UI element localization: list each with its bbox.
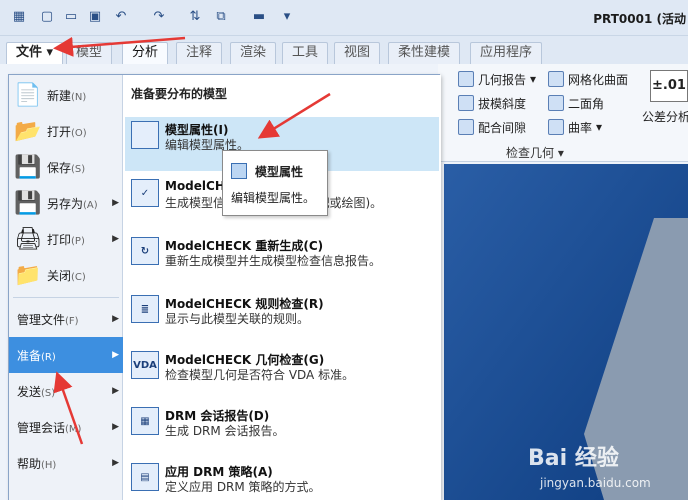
tab-file[interactable]: 文件 ▾ bbox=[6, 42, 64, 64]
group-label-inspect-geometry[interactable]: 检查几何 ▾ bbox=[506, 144, 564, 161]
dihedral-angle-icon bbox=[548, 95, 564, 111]
tab-analysis[interactable]: 分析 bbox=[122, 42, 169, 64]
submenu-arrow-icon: ▶ bbox=[112, 458, 119, 468]
save-as-icon: 💾 bbox=[14, 190, 42, 216]
tolerance-analysis-label: 公差分析 bbox=[642, 110, 688, 124]
printer-icon: 🖨 bbox=[14, 226, 42, 252]
submenu-item-drm-report[interactable]: ▦ DRM 会话报告(D) 生成 DRM 会话报告。 bbox=[125, 403, 439, 457]
menu-item-print[interactable]: 🖨 打印(P) ▶ bbox=[9, 221, 123, 257]
submenu-arrow-icon: ▶ bbox=[112, 198, 119, 208]
tab-render[interactable]: 渲染 bbox=[230, 42, 277, 64]
modelcheck-icon: ✓ bbox=[131, 179, 159, 207]
menu-item-new[interactable]: 📄 新建(N) bbox=[9, 77, 123, 113]
submenu-arrow-icon: ▶ bbox=[112, 234, 119, 244]
tooltip-title: 模型属性 bbox=[255, 165, 304, 179]
menu-separator bbox=[13, 297, 119, 298]
regenerate-icon[interactable]: ⇅ bbox=[186, 7, 204, 25]
tab-applications[interactable]: 应用程序 bbox=[470, 42, 543, 64]
dihedral-angle-button[interactable]: 二面角 bbox=[548, 94, 604, 112]
menu-item-save[interactable]: 💾 保存(S) bbox=[9, 149, 123, 185]
redo-icon[interactable]: ↷ bbox=[150, 7, 168, 25]
submenu-header: 准备要分布的模型 bbox=[131, 87, 228, 101]
baidu-watermark: Bai 经验 jingyan.baidu.com bbox=[528, 440, 688, 500]
model-properties-icon bbox=[231, 163, 247, 179]
submenu-item-modelcheck-rules[interactable]: ≣ ModelCHECK 规则检查(R) 显示与此模型关联的规则。 bbox=[125, 291, 439, 345]
geometry-report-button[interactable]: 几何报告 ▾ bbox=[458, 70, 536, 88]
menu-item-close[interactable]: 📁 关闭(C) bbox=[9, 257, 123, 293]
watermark-logo: Bai 经验 bbox=[528, 446, 619, 471]
menu-item-save-as[interactable]: 💾 另存为(A) ▶ bbox=[9, 185, 123, 221]
prepare-submenu: 准备要分布的模型 模型属性(I) 编辑模型属性。 ✓ ModelCHECK 生成… bbox=[123, 75, 441, 500]
tab-flexible-modeling[interactable]: 柔性建模 bbox=[388, 42, 461, 64]
mesh-surface-icon bbox=[548, 71, 564, 87]
menu-item-manage-session[interactable]: 管理会话(M) ▶ bbox=[9, 409, 123, 445]
submenu-arrow-icon: ▶ bbox=[112, 386, 119, 396]
menu-item-send[interactable]: 发送(S) ▶ bbox=[9, 373, 123, 409]
tooltip-description: 编辑模型属性。 bbox=[231, 191, 316, 205]
customize-icon[interactable]: ▾ bbox=[278, 7, 296, 25]
tab-tools[interactable]: 工具 bbox=[282, 42, 329, 64]
submenu-arrow-icon: ▶ bbox=[112, 314, 119, 324]
open-icon[interactable]: ▭ bbox=[62, 7, 80, 25]
clearance-button[interactable]: 配合间隙 bbox=[458, 118, 526, 136]
watermark-url: jingyan.baidu.com bbox=[540, 476, 651, 490]
close-folder-icon: 📁 bbox=[14, 262, 42, 288]
geometry-report-icon bbox=[458, 71, 474, 87]
menu-item-prepare[interactable]: 准备(R) ▶ bbox=[9, 337, 123, 373]
submenu-item-modelcheck-geometry[interactable]: VDA ModelCHECK 几何检查(G) 检查模型几何是否符合 VDA 标准… bbox=[125, 347, 439, 401]
drm-report-icon: ▦ bbox=[131, 407, 159, 435]
regenerate-check-icon: ↻ bbox=[131, 237, 159, 265]
draft-icon bbox=[458, 95, 474, 111]
submenu-arrow-icon: ▶ bbox=[112, 350, 119, 360]
tab-model[interactable]: 模型 bbox=[66, 42, 113, 64]
menu-item-manage-file[interactable]: 管理文件(F) ▶ bbox=[9, 301, 123, 337]
file-menu-commands: 📄 新建(N) 📂 打开(O) 💾 保存(S) 💾 另存为(A) ▶ 🖨 打印(… bbox=[9, 75, 123, 500]
windows-icon[interactable]: ⧉ bbox=[212, 7, 230, 25]
new-file-icon: 📄 bbox=[14, 82, 42, 108]
tolerance-analysis-icon[interactable]: ±.01 bbox=[650, 70, 688, 102]
file-menu: 📄 新建(N) 📂 打开(O) 💾 保存(S) 💾 另存为(A) ▶ 🖨 打印(… bbox=[8, 74, 441, 500]
menu-item-open[interactable]: 📂 打开(O) bbox=[9, 113, 123, 149]
tab-view[interactable]: 视图 bbox=[334, 42, 381, 64]
ribbon-tabs: 文件 ▾ 模型 分析 注释 渲染 工具 视图 柔性建模 应用程序 bbox=[0, 36, 688, 64]
chevron-down-icon: ▾ bbox=[46, 45, 54, 60]
clearance-icon bbox=[458, 119, 474, 135]
app-logo-icon[interactable]: ▦ bbox=[10, 7, 28, 25]
quick-access-toolbar: ▦ ▢ ▭ ▣ ↶ ↷ ⇅ ⧉ ▬ ▾ PRT0001 (活动 bbox=[0, 0, 688, 36]
rule-check-icon: ≣ bbox=[131, 295, 159, 323]
mesh-surface-button[interactable]: 网格化曲面 bbox=[548, 70, 628, 88]
ribbon-panel: 几何报告 ▾ 网格化曲面 拔模斜度 二面角 配合间隙 曲率 ▾ 检查几何 ▾ ±.0… bbox=[438, 64, 688, 162]
tooltip: 模型属性 编辑模型属性。 bbox=[222, 150, 328, 216]
tab-annotate[interactable]: 注释 bbox=[176, 42, 223, 64]
draft-button[interactable]: 拔模斜度 bbox=[458, 94, 526, 112]
save-icon[interactable]: ▣ bbox=[86, 7, 104, 25]
drm-policy-icon: ▤ bbox=[131, 463, 159, 491]
curvature-button[interactable]: 曲率 ▾ bbox=[548, 118, 602, 136]
submenu-item-modelcheck-regenerate[interactable]: ↻ ModelCHECK 重新生成(C) 重新生成模型并生成模型检查信息报告。 bbox=[125, 233, 439, 287]
curvature-icon bbox=[548, 119, 564, 135]
save-icon: 💾 bbox=[14, 154, 42, 180]
submenu-item-apply-drm-policy[interactable]: ▤ 应用 DRM 策略(A) 定义应用 DRM 策略的方式。 bbox=[125, 459, 439, 500]
model-properties-icon bbox=[131, 121, 159, 149]
window-title: PRT0001 (活动 bbox=[593, 12, 686, 26]
submenu-arrow-icon: ▶ bbox=[112, 422, 119, 432]
open-folder-icon: 📂 bbox=[14, 118, 42, 144]
close-window-icon[interactable]: ▬ bbox=[250, 7, 268, 25]
undo-icon[interactable]: ↶ bbox=[112, 7, 130, 25]
vda-check-icon: VDA bbox=[131, 351, 159, 379]
menu-item-help[interactable]: 帮助(H) ▶ bbox=[9, 445, 123, 481]
new-icon[interactable]: ▢ bbox=[38, 7, 56, 25]
